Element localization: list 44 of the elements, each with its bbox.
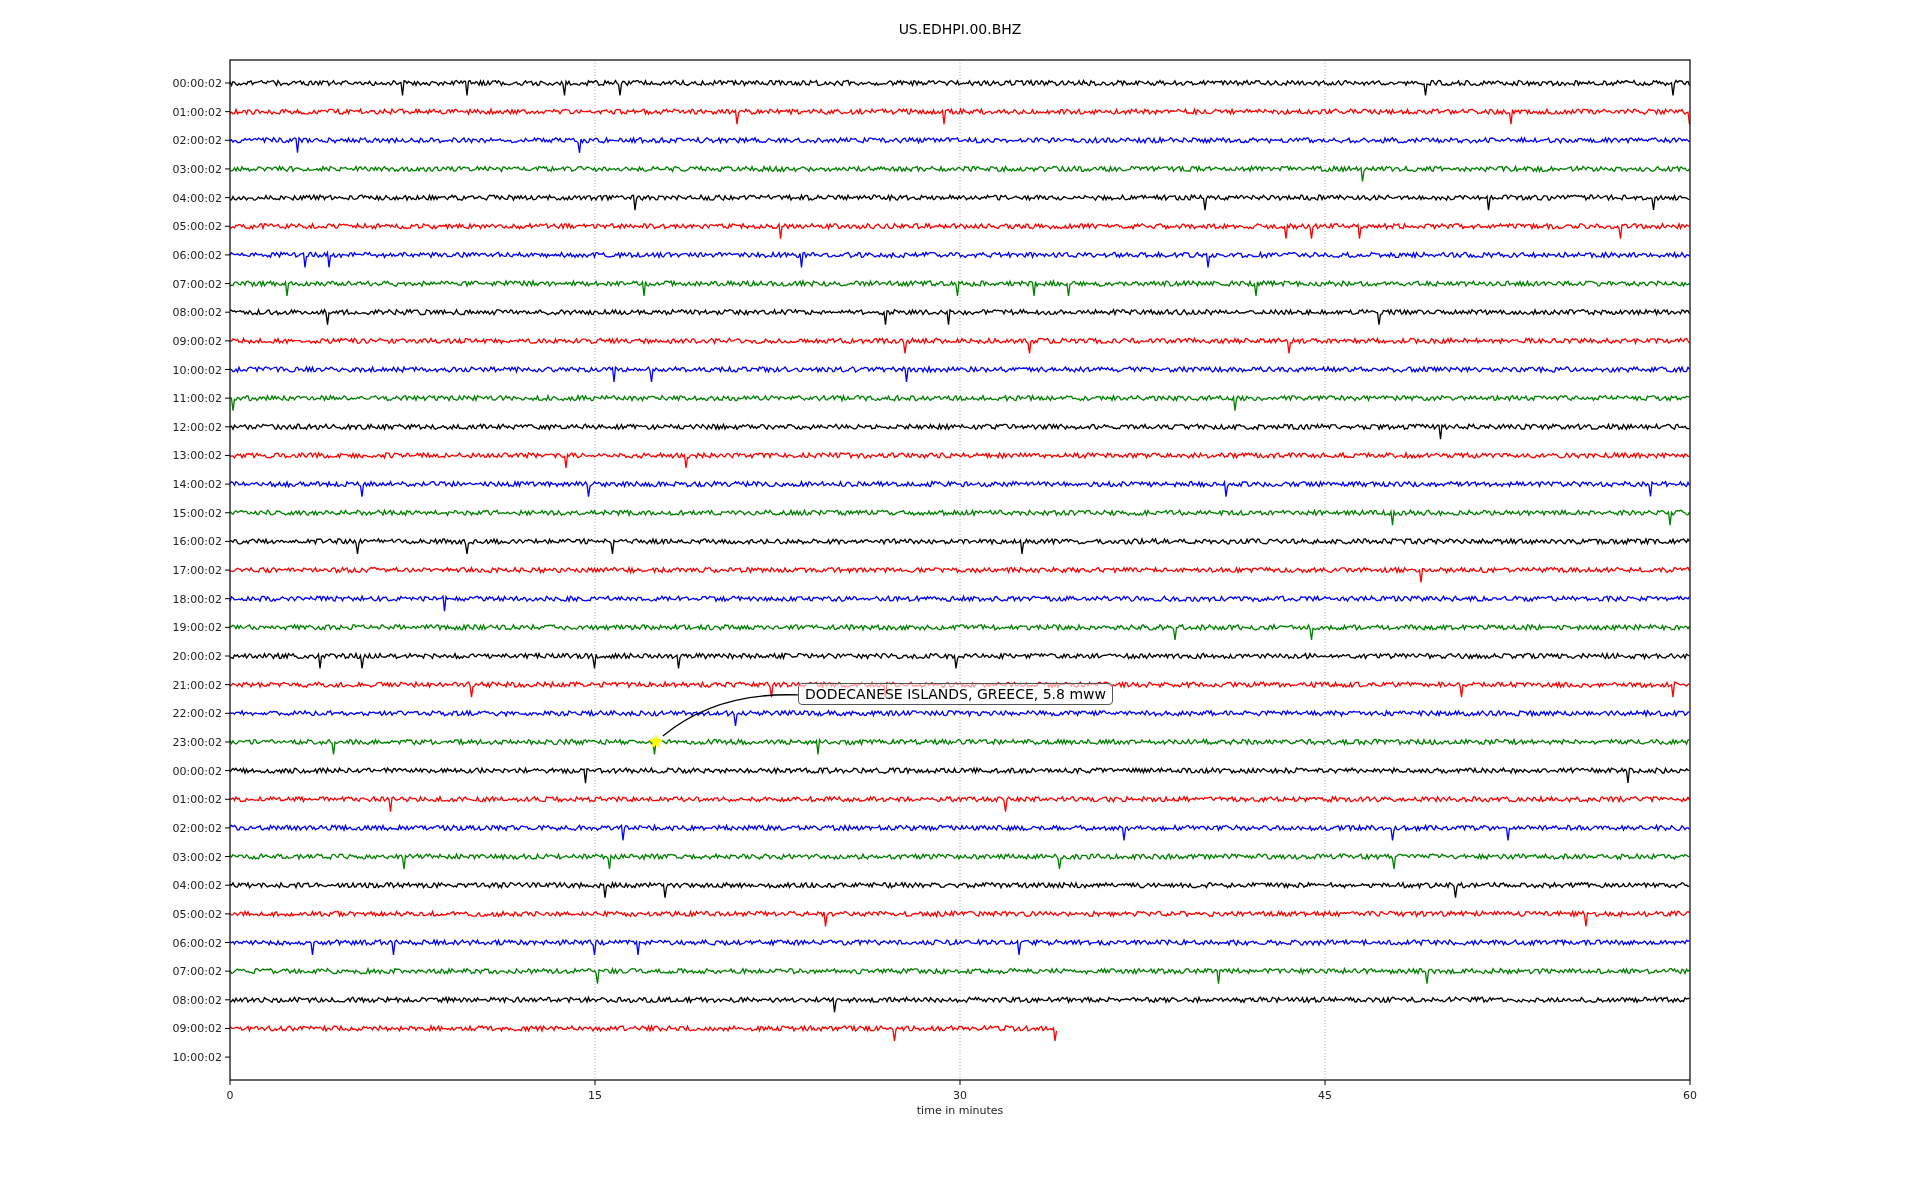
y-tick-label: 02:00:02 [172,134,222,148]
y-tick-label: 07:00:02 [172,277,222,291]
y-tick-label: 04:00:02 [172,879,222,893]
x-tick-label: 15 [588,1089,602,1102]
y-tick-label: 23:00:02 [172,735,222,749]
y-tick-label: 00:00:02 [172,764,222,778]
y-tick-label: 06:00:02 [172,248,222,262]
y-tick-label: 22:00:02 [172,707,222,721]
y-tick-label: 02:00:02 [172,821,222,835]
x-tick-label: 30 [953,1089,967,1102]
y-tick-label: 03:00:02 [172,162,222,176]
y-tick-label: 14:00:02 [172,478,222,492]
y-tick-label: 03:00:02 [172,850,222,864]
y-tick-label: 00:00:02 [172,77,222,90]
y-tick-label: 21:00:02 [172,678,222,692]
y-tick-label: 15:00:02 [172,506,222,520]
y-tick-label: 01:00:02 [172,105,222,119]
y-tick-label: 06:00:02 [172,936,222,950]
y-tick-label: 09:00:02 [172,334,222,348]
y-tick-label: 08:00:02 [172,306,222,320]
x-tick-label: 45 [1318,1089,1332,1102]
y-tick-label: 04:00:02 [172,191,222,205]
y-tick-label: 07:00:02 [172,965,222,979]
y-tick-label: 08:00:02 [172,993,222,1007]
x-axis-label: time in minutes [916,1104,1004,1117]
y-tick-label: 13:00:02 [172,449,222,463]
star-icon [648,733,664,749]
y-tick-label: 18:00:02 [172,592,222,606]
event-label: DODECANESE ISLANDS, GREECE, 5.8 mww [797,682,1113,705]
y-tick-label: 09:00:02 [172,1022,222,1036]
y-tick-label: 16:00:02 [172,535,222,549]
chart-title: US.EDHPI.00.BHZ [898,21,1022,37]
y-tick-label: 05:00:02 [172,220,222,234]
y-tick-label: 01:00:02 [172,793,222,807]
y-tick-label: 05:00:02 [172,907,222,921]
y-tick-label: 20:00:02 [172,650,222,663]
x-tick-label: 0 [226,1089,234,1102]
y-tick-label: 17:00:02 [172,564,222,578]
y-tick-label: 11:00:02 [172,392,222,406]
y-tick-label: 10:00:02 [172,363,222,377]
x-tick-label: 60 [1683,1089,1697,1102]
y-tick-label: 12:00:02 [172,420,222,434]
y-tick-label: 19:00:02 [172,621,222,635]
y-tick-label: 10:00:02 [172,1051,222,1065]
